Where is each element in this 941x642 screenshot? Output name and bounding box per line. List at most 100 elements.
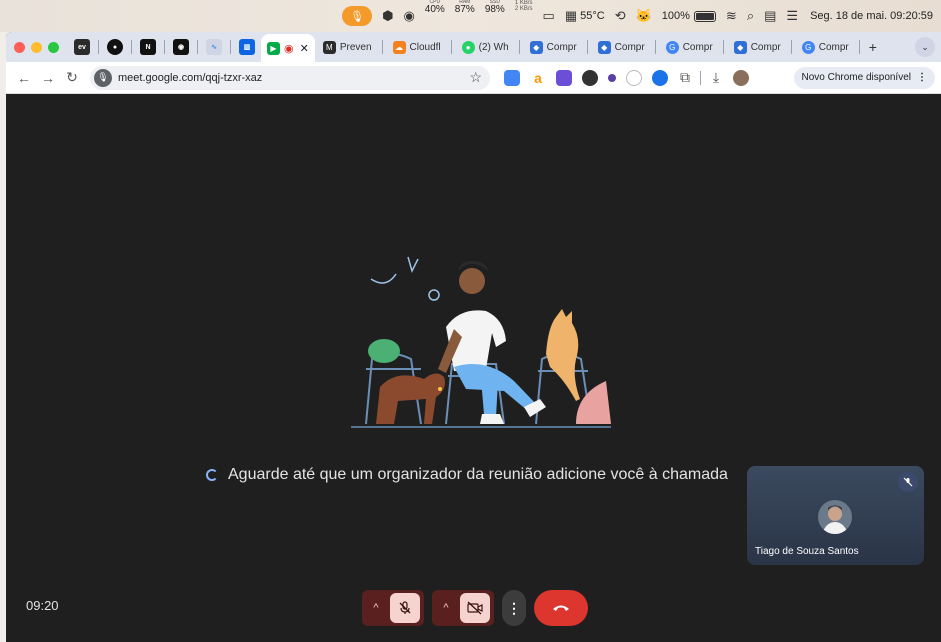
- extension-dot-icon[interactable]: [608, 73, 616, 82]
- pinned-tab-notion[interactable]: N: [140, 39, 156, 55]
- pinned-tab-trello[interactable]: ▥: [239, 39, 255, 55]
- tab-search-chevron-icon[interactable]: ⌄: [915, 37, 935, 57]
- tab-separator: [164, 40, 165, 54]
- back-arrow-icon[interactable]: ←: [12, 70, 36, 86]
- menu-mic-indicator[interactable]: 🎙: [342, 0, 373, 32]
- site-settings-mic-icon[interactable]: 🎙: [94, 68, 112, 87]
- tab-google-meet[interactable]: ▶ ◉ ✕: [261, 34, 315, 62]
- profile-avatar[interactable]: [733, 69, 749, 86]
- tab-item[interactable]: G Compr: [796, 35, 855, 59]
- camera-control-group: ^: [432, 590, 494, 626]
- pinned-tab-chat[interactable]: ●: [107, 39, 123, 55]
- tab-separator: [197, 40, 198, 54]
- url-text[interactable]: meet.google.com/qqj-tzxr-xaz: [118, 72, 262, 84]
- tab-item[interactable]: M Preven: [317, 35, 378, 59]
- pinned-tab-ev[interactable]: ev: [74, 39, 90, 55]
- tab-item[interactable]: ◆ Compr: [728, 35, 787, 59]
- audio-options-chevron-icon[interactable]: ^: [362, 602, 390, 614]
- camera-toggle-button[interactable]: [460, 593, 490, 623]
- tab-item[interactable]: ◆ Compr: [524, 35, 583, 59]
- extension-disk-icon[interactable]: [582, 69, 598, 86]
- tab-separator: [654, 40, 656, 54]
- network-stat[interactable]: 1 KB/s 2 KB/s: [515, 0, 533, 32]
- extension-circle-icon[interactable]: [626, 69, 642, 86]
- time-machine-icon[interactable]: ⟲: [615, 0, 626, 32]
- video-options-chevron-icon[interactable]: ^: [432, 602, 460, 614]
- tab-item[interactable]: ● (2) Wh: [456, 35, 515, 59]
- ram-stat[interactable]: RAM 87%: [455, 0, 475, 32]
- tab-label: Compr: [818, 41, 849, 53]
- bookmark-star-icon[interactable]: ☆: [469, 69, 482, 86]
- hang-up-icon: [553, 605, 569, 611]
- tab-separator: [98, 40, 99, 54]
- extension-badge-icon[interactable]: [556, 69, 572, 86]
- close-window-button[interactable]: [14, 41, 25, 53]
- tab-item[interactable]: G Compr: [660, 35, 719, 59]
- battery-percent: 100%: [661, 10, 690, 22]
- spotlight-search-icon[interactable]: ⌕: [747, 0, 754, 32]
- screen-mirroring-icon[interactable]: ▤: [764, 0, 776, 32]
- temperature-stat[interactable]: ▦ 55°C: [565, 0, 605, 32]
- control-center-icon[interactable]: ☰: [786, 0, 798, 32]
- toolbar-separator: [700, 70, 701, 85]
- extensions-puzzle-icon[interactable]: ⧉: [673, 69, 697, 86]
- mic-off-icon: [399, 601, 411, 614]
- more-options-button[interactable]: ⋮: [502, 590, 526, 626]
- chrome-window: ev ● N ◉ ∿ ▥ ▶ ◉ ✕ M Preven ☁ Cloudfl ● …: [6, 32, 941, 642]
- extension-translate-icon[interactable]: [504, 69, 520, 86]
- ssd-stat[interactable]: SSD 98%: [485, 0, 505, 32]
- meet-favicon-icon: ▶: [267, 41, 280, 55]
- close-tab-icon[interactable]: ✕: [300, 42, 309, 55]
- tab-label: Compr: [546, 41, 577, 53]
- tab-separator: [790, 40, 792, 54]
- muted-mic-icon: [898, 472, 918, 492]
- tab-separator: [131, 40, 132, 54]
- ssd-value: 98%: [484, 4, 505, 15]
- downloads-icon[interactable]: ⤓: [704, 69, 728, 86]
- tab-label: Compr: [682, 41, 713, 53]
- kebab-menu-icon[interactable]: ⋮: [917, 72, 927, 83]
- microphone-icon: 🎙: [342, 6, 373, 26]
- cpu-value: 40%: [424, 4, 445, 15]
- address-bar[interactable]: 🎙 meet.google.com/qqj-tzxr-xaz ☆: [90, 65, 490, 90]
- chrome-update-button[interactable]: Novo Chrome disponível ⋮: [793, 66, 935, 89]
- pinned-tab-location[interactable]: ◉: [173, 39, 189, 55]
- tab-strip: ev ● N ◉ ∿ ▥ ▶ ◉ ✕ M Preven ☁ Cloudfl ● …: [6, 32, 941, 62]
- leave-call-button[interactable]: [534, 590, 588, 626]
- mic-control-group: ^: [362, 590, 424, 626]
- minimize-window-button[interactable]: [31, 41, 42, 53]
- wifi-icon[interactable]: ≋: [726, 0, 737, 32]
- tab-favicon-icon: M: [322, 40, 336, 54]
- self-preview-tile[interactable]: Tiago de Souza Santos: [747, 466, 924, 565]
- record-icon[interactable]: ◉: [403, 0, 414, 32]
- tab-item[interactable]: ☁ Cloudfl: [387, 35, 447, 59]
- tab-label: Compr: [614, 41, 645, 53]
- waiting-message: Aguarde até que um organizador da reuniã…: [206, 466, 728, 484]
- cube-icon[interactable]: ⬢: [382, 0, 393, 32]
- display-icon[interactable]: ▭: [543, 0, 555, 32]
- ram-value: 87%: [454, 4, 475, 15]
- tab-favicon-icon: ◆: [597, 40, 611, 54]
- menu-datetime[interactable]: Seg. 18 de mai. 09:20:59: [810, 10, 933, 22]
- battery-status[interactable]: 100%: [662, 0, 716, 32]
- browser-toolbar: ← → ↻ 🎙 meet.google.com/qqj-tzxr-xaz ☆ a…: [6, 62, 941, 94]
- new-tab-button[interactable]: +: [869, 39, 877, 55]
- mic-toggle-button[interactable]: [390, 593, 420, 623]
- net-down: 2 KB/s: [514, 6, 533, 12]
- cat-icon[interactable]: 🐱: [636, 0, 652, 32]
- forward-arrow-icon[interactable]: →: [36, 70, 60, 86]
- tab-favicon-icon: G: [801, 40, 815, 54]
- tab-item[interactable]: ◆ Compr: [592, 35, 651, 59]
- extension-location-icon[interactable]: [652, 69, 668, 86]
- tab-label: (2) Wh: [478, 41, 509, 53]
- pinned-tab-wave[interactable]: ∿: [206, 39, 222, 55]
- tab-separator: [722, 40, 724, 54]
- extension-amazon-icon[interactable]: a: [530, 70, 546, 86]
- macos-menu-bar: 🎙 ⬢ ◉ CPU 40% RAM 87% SSD 98% 1 KB/s 2 K…: [0, 0, 941, 32]
- cpu-stat[interactable]: CPU 40%: [425, 0, 445, 32]
- tab-label: Compr: [750, 41, 781, 53]
- zoom-window-button[interactable]: [48, 41, 59, 53]
- reload-icon[interactable]: ↻: [60, 69, 84, 86]
- tab-separator: [381, 40, 383, 54]
- tab-separator: [450, 40, 452, 54]
